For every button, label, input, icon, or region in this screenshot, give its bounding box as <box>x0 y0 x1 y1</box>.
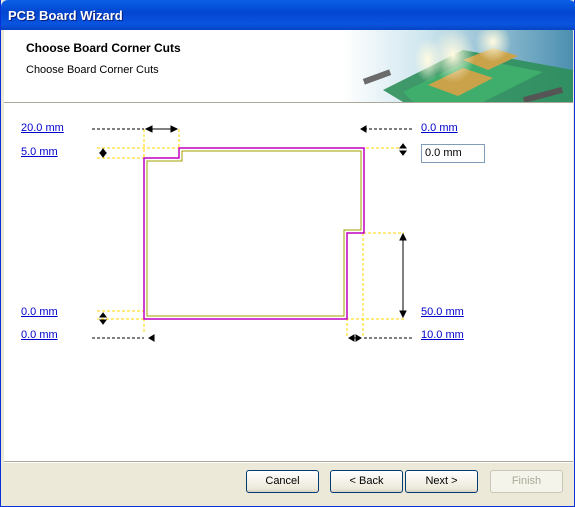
board-inner-outline <box>146 150 362 317</box>
wizard-window: PCB Board Wizard Choose Board Corner Cut… <box>0 0 575 507</box>
header-panel: Choose Board Corner Cuts Choose Board Co… <box>4 30 573 102</box>
top-right-width-link[interactable]: 0.0 mm <box>421 122 458 134</box>
footer-separator <box>4 461 573 463</box>
back-button[interactable]: < Back <box>330 470 403 493</box>
next-button[interactable]: Next > <box>405 470 478 493</box>
bottom-left-height-link[interactable]: 0.0 mm <box>21 306 58 318</box>
cancel-button[interactable]: Cancel <box>246 470 319 493</box>
page-subtitle: Choose Board Corner Cuts <box>26 64 159 76</box>
window-title: PCB Board Wizard <box>8 8 123 23</box>
page-title: Choose Board Corner Cuts <box>26 41 181 55</box>
top-left-width-link[interactable]: 20.0 mm <box>21 122 64 134</box>
pcb-chip-illustration <box>343 30 573 102</box>
finish-button: Finish <box>490 470 563 493</box>
bottom-left-width-link[interactable]: 0.0 mm <box>21 329 58 341</box>
top-right-height-value: 0.0 mm <box>425 147 462 159</box>
title-bar[interactable]: PCB Board Wizard <box>1 0 575 30</box>
bottom-right-height-link[interactable]: 50.0 mm <box>421 306 464 318</box>
bottom-right-width-link[interactable]: 10.0 mm <box>421 329 464 341</box>
board-diagram <box>92 125 414 342</box>
corner-cut-diagram-panel: 20.0 mm 5.0 mm 0.0 mm 0.0 mm 0.0 mm 50.0… <box>4 103 573 461</box>
top-left-height-link[interactable]: 5.0 mm <box>21 146 58 158</box>
board-outline <box>143 147 365 320</box>
top-right-height-input[interactable]: 0.0 mm <box>421 144 485 163</box>
